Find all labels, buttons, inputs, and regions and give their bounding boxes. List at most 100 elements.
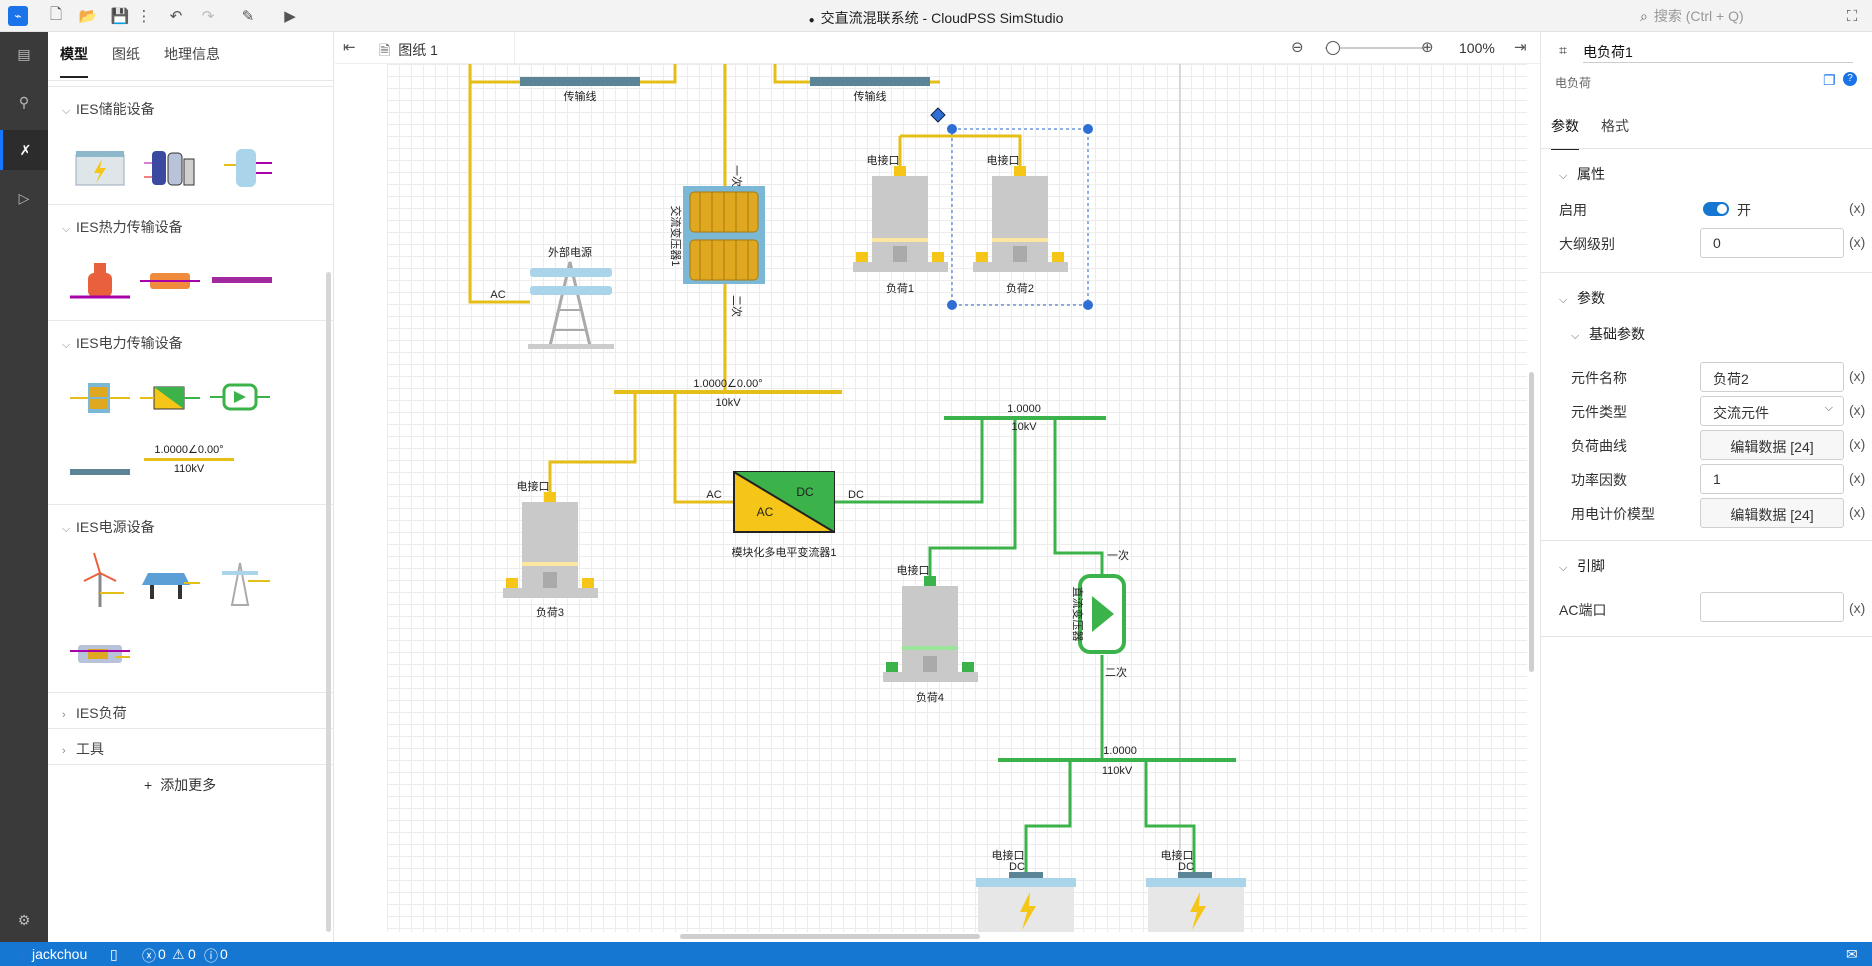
inspector-panel: ⌗ 电负荷1 电负荷 ❐ ? 参数 格式 ⌵ 属性 启用 开 (x) 大纲级别 0… (1540, 32, 1872, 942)
expr-toggle[interactable]: (x) (1849, 368, 1865, 384)
load-3-label: 负荷3 (536, 605, 564, 619)
load-3-port-label: 电接口 (517, 480, 550, 493)
mmc-port-dc: DC (848, 489, 864, 501)
group-basic-label: 基础参数 (1589, 326, 1645, 342)
ac-transformer-1-label: 交流变压器1 (669, 205, 683, 266)
rotate-handle[interactable] (930, 107, 946, 123)
mmc-converter-1-label: 模块化多电平变流器1 (731, 545, 836, 559)
external-source-label: 外部电源 (548, 245, 592, 259)
enable-toggle-knob (1717, 204, 1727, 214)
expr-toggle[interactable]: (x) (1849, 470, 1865, 486)
power-factor-field[interactable]: 1 (1700, 464, 1844, 494)
transmission-line-2-label: 传输线 (854, 89, 887, 103)
expr-toggle[interactable]: (x) (1849, 200, 1865, 216)
error-count[interactable]: 0 (158, 946, 166, 962)
outline-level-field[interactable]: 0 (1700, 228, 1844, 258)
expr-toggle[interactable]: (x) (1849, 234, 1865, 250)
load-curve-edit-button[interactable]: 编辑数据 [24] (1700, 430, 1844, 460)
load-2-port-label: 电接口 (987, 154, 1020, 167)
help-icon[interactable]: ? (1843, 72, 1857, 86)
mmc-ac-label: AC (757, 505, 774, 519)
search-input[interactable]: ⌕ 搜索 (Ctrl + Q) (1640, 6, 1820, 26)
load-2[interactable]: 电接口 (973, 154, 1068, 272)
chevron-down-icon: ⌵ (1824, 402, 1833, 414)
status-bar: 👤 jackchou ▯ ⓧ 0 ⚠ 0 ⓘ 0 ✉ (0, 942, 1872, 966)
load-3[interactable]: 电接口 (503, 480, 598, 598)
divider (1541, 636, 1872, 637)
ac-transformer-1[interactable] (683, 186, 765, 284)
name-label: 元件名称 (1571, 370, 1627, 386)
power-factor-label: 功率因数 (1571, 472, 1627, 488)
device-icon[interactable]: ▯ (110, 946, 118, 963)
expr-toggle[interactable]: (x) (1849, 504, 1865, 520)
group-props-label: 属性 (1577, 166, 1605, 182)
dc-line (1024, 760, 1072, 875)
chevron-down-icon: ⌵ (1559, 294, 1568, 306)
bus-2-kv: 10kV (1011, 421, 1037, 433)
dc-transformer-label: 直流变压器 (1071, 587, 1085, 642)
mmc-port-ac: AC (706, 489, 721, 501)
info-count[interactable]: 0 (220, 946, 228, 962)
enable-label: 启用 (1559, 202, 1587, 218)
dc-line (1053, 418, 1104, 575)
type-select[interactable]: 交流元件 ⌵ (1700, 396, 1844, 426)
battery-2[interactable]: 电接口 DC (1146, 849, 1246, 932)
transmission-line-1[interactable] (520, 77, 640, 86)
ac-line (468, 64, 530, 304)
bus-2-voltage: 1.0000 (1007, 403, 1041, 415)
price-model-label: 用电计价模型 (1571, 506, 1655, 522)
ac-port-label: AC端口 (1559, 602, 1607, 618)
group-params-label: 参数 (1577, 290, 1605, 306)
battery-2-dc-label: DC (1178, 861, 1194, 873)
expr-toggle[interactable]: (x) (1849, 436, 1865, 452)
load-4-port-label: 电接口 (897, 564, 930, 577)
battery-1-dc-label: DC (1009, 861, 1025, 873)
load-curve-label: 负荷曲线 (1571, 438, 1627, 454)
mmc-dc-label: DC (796, 485, 814, 499)
load-1-label: 负荷1 (886, 281, 914, 295)
chevron-down-icon: ⌵ (1571, 330, 1580, 342)
external-source-port-label: AC (490, 289, 505, 301)
copy-icon[interactable]: ❐ (1823, 72, 1836, 89)
ac-line (548, 392, 637, 495)
dc-transformer-primary: 一次 (1107, 548, 1129, 562)
inspector-title[interactable]: 电负荷1 (1583, 42, 1633, 62)
transmission-line-2[interactable] (810, 77, 930, 86)
enable-toggle[interactable] (1703, 202, 1729, 216)
ac-port-field[interactable] (1700, 592, 1844, 622)
diagram-svg: 传输线 传输线 交流变压器1 一次 二次 外部电源 AC 电接口 负荷1 电接口… (468, 64, 1246, 932)
search-icon: ⌕ (1640, 8, 1648, 24)
tab-params[interactable]: 参数 (1551, 116, 1579, 150)
price-model-edit-button[interactable]: 编辑数据 [24] (1700, 498, 1844, 528)
external-source-tower[interactable] (528, 261, 614, 349)
mmc-converter-1[interactable] (733, 471, 835, 533)
component-icon: ⌗ (1559, 42, 1567, 58)
enable-value: 开 (1737, 202, 1751, 218)
bus-1-voltage: 1.0000∠0.00° (693, 378, 762, 390)
expr-toggle[interactable]: (x) (1849, 600, 1865, 616)
user-icon: 👤 (14, 946, 32, 962)
dc-transformer-secondary: 二次 (1105, 665, 1127, 679)
dc-transformer[interactable] (1078, 574, 1126, 654)
inspector-subtitle: 电负荷 (1555, 76, 1592, 90)
feedback-icon[interactable]: ✉ (1846, 946, 1858, 963)
tab-format[interactable]: 格式 (1601, 116, 1629, 136)
load-1-port-label: 电接口 (867, 154, 900, 167)
fullscreen-icon[interactable]: ⛶ (1842, 6, 1862, 26)
warning-count[interactable]: 0 (188, 946, 196, 962)
transformer-secondary-label: 二次 (730, 295, 744, 317)
warning-icon: ⚠ (172, 946, 185, 962)
info-icon: ⓘ (204, 948, 218, 964)
group-basic[interactable]: ⌵ 基础参数 (1571, 324, 1645, 344)
status-user[interactable]: jackchou (32, 946, 87, 962)
group-props[interactable]: ⌵ 属性 (1559, 164, 1605, 184)
group-params[interactable]: ⌵ 参数 (1559, 288, 1605, 308)
transformer-primary-label: 一次 (730, 165, 744, 187)
expr-toggle[interactable]: (x) (1849, 402, 1865, 418)
load-1[interactable]: 电接口 (853, 154, 948, 272)
name-field[interactable]: 负荷2 (1700, 362, 1844, 392)
type-label: 元件类型 (1571, 404, 1627, 420)
load-4[interactable]: 电接口 (883, 564, 978, 682)
group-pins-label: 引脚 (1577, 558, 1605, 574)
group-pins[interactable]: ⌵ 引脚 (1559, 556, 1605, 576)
